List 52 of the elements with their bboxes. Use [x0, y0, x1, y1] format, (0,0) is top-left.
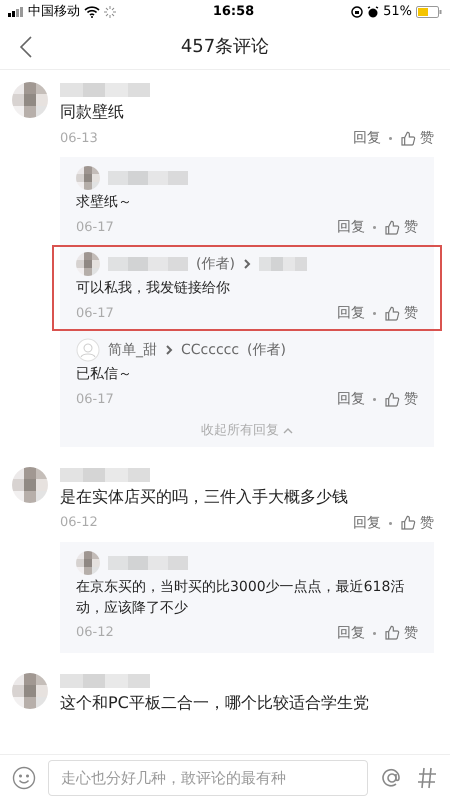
author-tag: (作者) [247, 340, 286, 360]
rotation-lock-icon [351, 6, 364, 18]
battery-icon [416, 6, 442, 18]
reply-button[interactable]: 回复 [337, 389, 365, 410]
reply-text: 可以私我，我发链接给你 [76, 279, 231, 298]
like-button[interactable]: 赞 [384, 389, 418, 410]
thumbs-up-icon [384, 392, 400, 408]
page-title: 457条评论 [180, 35, 270, 59]
like-button[interactable]: 赞 [384, 303, 418, 324]
loading-icon [104, 6, 116, 18]
thumbs-up-icon [384, 306, 400, 322]
reply-text: 在京东买的，当时买的比3000少一点点，最近618活动，应该降了不少 [76, 578, 406, 618]
reply-button[interactable]: 回复 [337, 303, 365, 324]
wifi-icon [84, 6, 100, 18]
thumbs-up-icon [384, 220, 400, 236]
alarm-icon [367, 6, 380, 18]
carrier-name: 中国移动 [28, 3, 80, 22]
chevron-icon [165, 345, 173, 355]
author-tag: (作者) [196, 254, 235, 274]
like-button[interactable]: 赞 [400, 512, 434, 534]
comment-date: 06-12 [76, 624, 114, 642]
thumbs-up-icon [400, 130, 416, 146]
emoji-icon[interactable] [12, 766, 36, 790]
reply-text: 已私信～ [76, 365, 133, 384]
hashtag-icon[interactable] [416, 766, 438, 790]
reply-button[interactable]: 回复 [353, 128, 381, 149]
like-button[interactable]: 赞 [384, 217, 418, 238]
battery-percent: 51% [383, 3, 412, 22]
comment-input[interactable]: 走心也分好几种，敢评论的最有种 [48, 760, 368, 796]
like-button[interactable]: 赞 [400, 128, 434, 149]
signal-icon [8, 7, 24, 17]
comment-date: 06-13 [60, 130, 98, 148]
thumbs-up-icon [384, 625, 400, 641]
back-icon [20, 36, 32, 58]
comment-text: 同款壁纸 [60, 101, 125, 123]
comment-date: 06-17 [76, 218, 114, 237]
comment-date: 06-17 [76, 304, 114, 323]
chevron-icon [242, 259, 251, 269]
chevron-up-icon [283, 427, 293, 434]
reply-button[interactable]: 回复 [337, 217, 365, 238]
author-name: 简单_甜 [108, 340, 157, 360]
comment-text: 这个和PC平板二合一，哪个比较适合学生党 [60, 692, 370, 714]
status-time: 16:58 [212, 3, 254, 22]
reply-text: 求壁纸～ [76, 193, 133, 212]
reply-button[interactable]: 回复 [353, 512, 381, 534]
comment-date: 06-12 [60, 514, 98, 532]
thumbs-up-icon [400, 515, 416, 531]
comment-date: 06-17 [76, 390, 114, 409]
comment-text: 是在实体店买的吗，三件入手大概多少钱 [60, 486, 349, 508]
reply-button[interactable]: 回复 [337, 622, 365, 644]
like-button[interactable]: 赞 [384, 622, 418, 644]
reply-target-name: CCccccc [181, 340, 240, 360]
